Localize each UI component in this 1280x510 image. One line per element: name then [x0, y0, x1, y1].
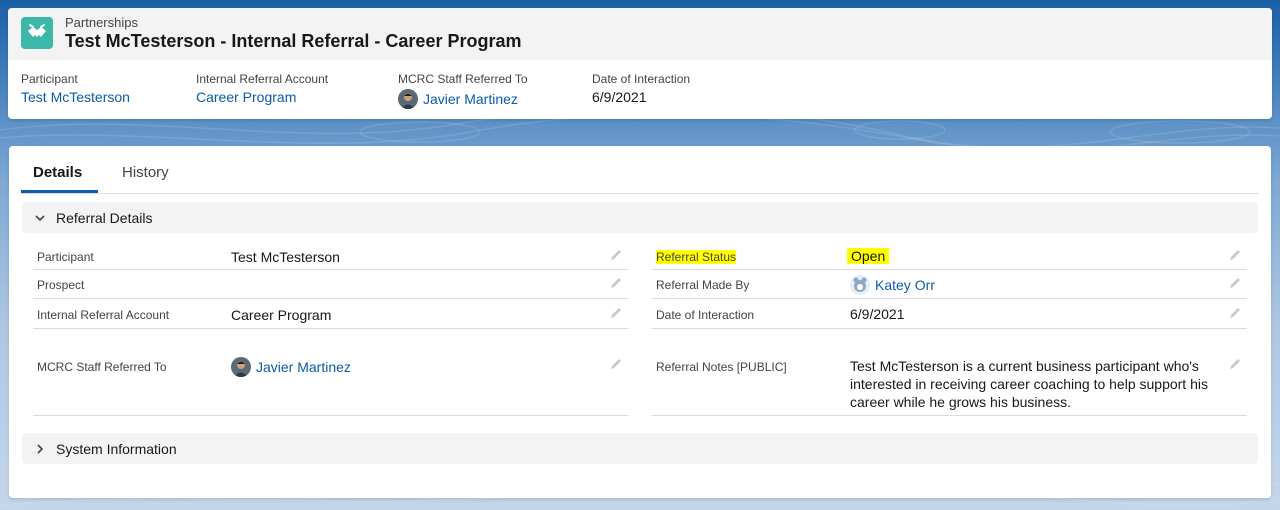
pencil-icon[interactable] — [1228, 248, 1242, 262]
field-label: Internal Referral Account — [37, 308, 170, 322]
record-highlights: Partnerships Test McTesterson - Internal… — [8, 8, 1272, 119]
pencil-icon[interactable] — [1228, 306, 1242, 320]
object-type-label: Partnerships — [65, 15, 138, 30]
field-label: Referral Made By — [656, 278, 750, 292]
chevron-right-icon[interactable] — [32, 441, 48, 457]
details-card: Details History Referral Details Partici… — [9, 146, 1271, 498]
field-row-referral-notes: Referral Notes [PUBLIC] Test McTesterson… — [652, 329, 1247, 416]
field-label: Participant — [37, 250, 94, 264]
pencil-icon[interactable] — [609, 276, 623, 290]
highlight-date-of-interaction: Date of Interaction 6/9/2021 — [592, 72, 690, 105]
highlight-label: Participant — [21, 72, 78, 86]
field-label: MCRC Staff Referred To — [37, 360, 167, 374]
highlight-participant: Participant Test McTesterson — [21, 72, 130, 105]
staff-referred-to-link[interactable]: Javier Martinez — [256, 359, 351, 375]
participant-link[interactable]: Test McTesterson — [231, 249, 340, 265]
highlight-internal-referral-account: Internal Referral Account Career Program — [196, 72, 328, 105]
pencil-icon[interactable] — [1228, 276, 1242, 290]
internal-referral-account-link[interactable]: Career Program — [196, 89, 296, 105]
field-label: Prospect — [37, 278, 85, 292]
highlight-staff-referred-to: MCRC Staff Referred To Javier Martinez — [398, 72, 528, 109]
tab-bar: Details History — [21, 146, 1259, 194]
referral-made-by-field: Katey Orr — [850, 275, 935, 295]
user-avatar — [398, 89, 418, 109]
section-title: Referral Details — [56, 209, 153, 226]
chevron-down-icon[interactable] — [32, 210, 48, 226]
referral-notes-value: Test McTesterson is a current business p… — [850, 358, 1208, 410]
pencil-icon[interactable] — [609, 357, 623, 371]
field-row-referral-status: Referral Status Open — [652, 241, 1247, 270]
field-label: Referral Status — [656, 250, 737, 264]
field-row-date-of-interaction: Date of Interaction 6/9/2021 — [652, 299, 1247, 329]
pencil-icon[interactable] — [1228, 357, 1242, 371]
staff-referred-to-link[interactable]: Javier Martinez — [423, 91, 518, 107]
field-label: Referral Notes [PUBLIC] — [656, 360, 787, 374]
field-label: Date of Interaction — [656, 308, 755, 322]
referral-made-by-link[interactable]: Katey Orr — [875, 277, 935, 293]
participant-link[interactable]: Test McTesterson — [21, 89, 130, 105]
user-avatar — [850, 275, 870, 295]
record-title: Test McTesterson - Internal Referral - C… — [65, 31, 522, 51]
field-row-prospect: Prospect — [33, 270, 628, 299]
field-row-staff-referred-to: MCRC Staff Referred To Javier Martinez — [33, 329, 628, 416]
tab-details[interactable]: Details — [33, 164, 82, 181]
field-row-participant: Participant Test McTesterson — [33, 241, 628, 270]
field-row-internal-referral-account: Internal Referral Account Career Program — [33, 299, 628, 329]
pencil-icon[interactable] — [609, 306, 623, 320]
referral-status-value: Open — [847, 248, 890, 264]
highlight-label: MCRC Staff Referred To — [398, 72, 528, 86]
date-of-interaction-value: 6/9/2021 — [850, 306, 905, 322]
highlight-label: Internal Referral Account — [196, 72, 329, 86]
record-header: Partnerships Test McTesterson - Internal… — [8, 8, 1272, 60]
tab-history[interactable]: History — [122, 164, 169, 181]
staff-referred-to-field: Javier Martinez — [231, 357, 351, 377]
date-of-interaction-value: 6/9/2021 — [592, 89, 647, 105]
handshake-icon — [21, 17, 53, 49]
internal-referral-account-link[interactable]: Career Program — [231, 307, 331, 323]
active-tab-indicator — [21, 190, 98, 193]
user-avatar — [231, 357, 251, 377]
section-title: System Information — [56, 440, 177, 457]
highlight-label: Date of Interaction — [592, 72, 691, 86]
pencil-icon[interactable] — [609, 248, 623, 262]
section-system-information-header[interactable]: System Information — [22, 433, 1258, 464]
section-referral-details-header[interactable]: Referral Details — [22, 202, 1258, 233]
field-row-referral-made-by: Referral Made By Katey Orr — [652, 270, 1247, 299]
